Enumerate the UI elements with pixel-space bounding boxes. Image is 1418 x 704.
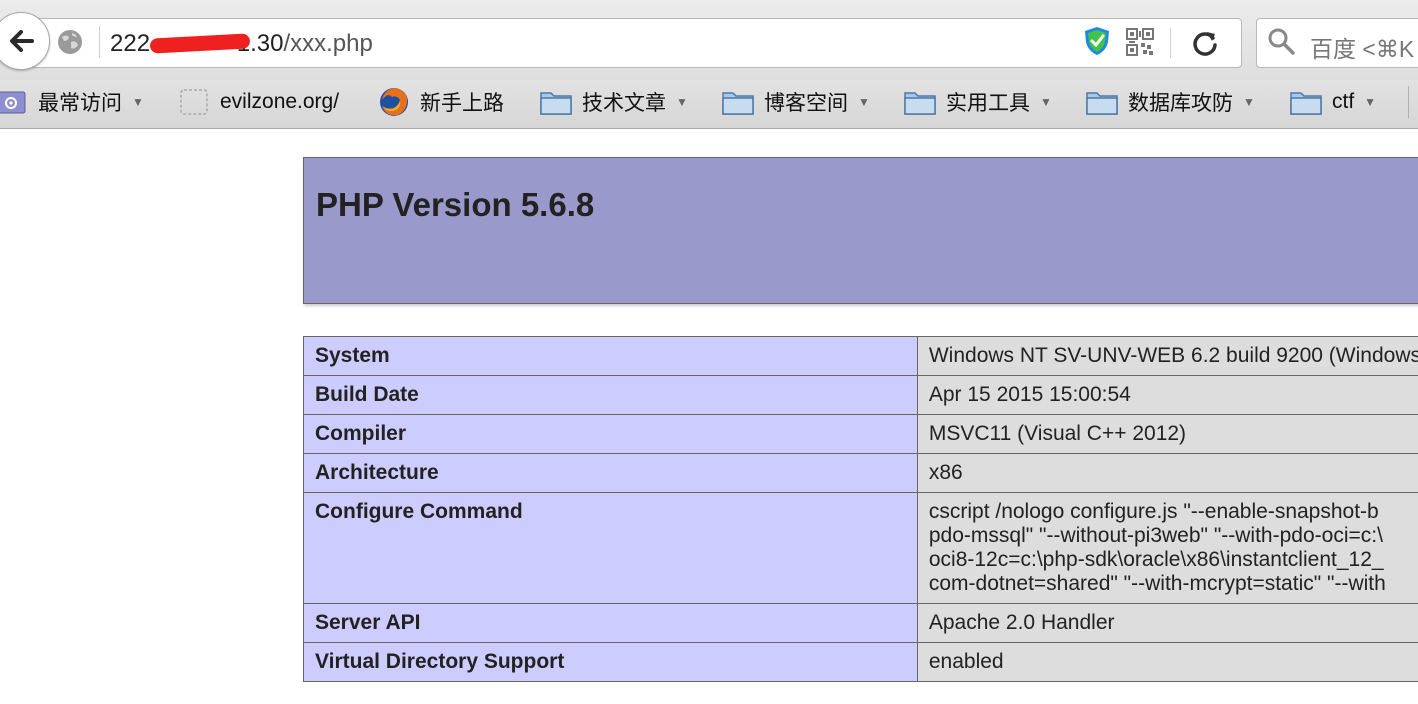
page-title: PHP Version 5.6.8 [316, 186, 595, 223]
table-row: Compiler MSVC11 (Visual C++ 2012) [303, 414, 1418, 454]
row-key: Build Date [303, 375, 918, 415]
configure-line: oci8-12c=c:\php-sdk\oracle\x86\instantcl… [928, 548, 1384, 571]
row-key: Architecture [303, 453, 918, 493]
folder-icon [1086, 92, 1118, 115]
chevron-down-icon: ▼ [676, 95, 688, 109]
table-row: Architecture x86 [303, 453, 1418, 493]
chevron-down-icon: ▼ [1040, 95, 1052, 109]
chevron-down-icon: ▼ [858, 95, 870, 109]
configure-line: pdo-mssql" "--without-pi3web" "--with-pd… [928, 524, 1383, 547]
bookmark-label: 技术文章 [582, 92, 666, 115]
row-value: enabled [916, 642, 1418, 682]
url-path: /xxx.php [283, 30, 373, 57]
chevron-down-icon: ▼ [1364, 95, 1377, 109]
bookmark-label: 实用工具 [946, 92, 1030, 115]
bookmark-folder-ctf[interactable]: ctf ▼ [1290, 84, 1376, 120]
bookmarks-overflow-divider [1408, 86, 1409, 118]
bookmark-most-visited[interactable]: 最常访问 ▼ [0, 84, 144, 120]
bookmark-folder-blog-space[interactable]: 博客空间 ▼ [722, 84, 870, 120]
table-row: Server API Apache 2.0 Handler [303, 603, 1418, 643]
folder-icon [540, 92, 572, 115]
search-placeholder: 百度 <⌘K [1310, 36, 1415, 62]
configure-line: cscript /nologo configure.js "--enable-s… [928, 500, 1379, 523]
back-arrow-icon [10, 30, 34, 52]
bookmark-getting-started[interactable]: 新手上路 [378, 84, 504, 120]
folder-icon [1290, 92, 1322, 115]
bookmark-folder-database-security[interactable]: 数据库攻防 ▼ [1086, 84, 1255, 120]
bookmark-label: ctf [1332, 90, 1355, 113]
gear-folder-icon [0, 91, 26, 114]
row-key: Server API [303, 603, 918, 643]
php-info-table: System Windows NT SV-UNV-WEB 6.2 build 9… [303, 336, 1418, 682]
table-row: System Windows NT SV-UNV-WEB 6.2 build 9… [303, 336, 1418, 376]
row-value: MSVC11 (Visual C++ 2012) [916, 414, 1418, 454]
row-value: Windows NT SV-UNV-WEB 6.2 build 9200 (Wi… [916, 336, 1418, 376]
table-row: Configure Command cscript /nologo config… [303, 492, 1418, 604]
row-key: Virtual Directory Support [303, 642, 918, 682]
folder-icon [904, 92, 936, 115]
security-shield-icon[interactable] [1084, 26, 1110, 56]
row-value: Apr 15 2015 15:00:54 [916, 375, 1418, 415]
row-value: x86 [916, 453, 1418, 493]
bookmark-evilzone[interactable]: evilzone.org/ [178, 84, 339, 120]
bookmark-label: 数据库攻防 [1128, 92, 1233, 115]
table-row: Build Date Apr 15 2015 15:00:54 [303, 375, 1418, 415]
row-key: System [303, 336, 918, 376]
bookmark-label: 博客空间 [764, 92, 848, 115]
qr-code-icon[interactable] [1126, 28, 1154, 56]
bookmark-label: 最常访问 [38, 92, 122, 115]
configure-line: com-dotnet=shared" "--with-mcrypt=static… [928, 572, 1386, 595]
chevron-down-icon: ▼ [132, 95, 144, 109]
globe-icon[interactable] [56, 28, 84, 56]
blank-page-icon [180, 89, 208, 115]
firefox-icon [380, 88, 408, 116]
toolbar-separator [1170, 28, 1171, 58]
row-value-configure-command: cscript /nologo configure.js "--enable-s… [916, 492, 1418, 604]
php-version-header: PHP Version 5.6.8 [303, 157, 1418, 304]
bookmark-folder-tech-articles[interactable]: 技术文章 ▼ [540, 84, 688, 120]
folder-icon [722, 92, 754, 115]
url-separator [99, 26, 100, 58]
row-key: Configure Command [303, 492, 918, 604]
row-value: Apache 2.0 Handler [916, 603, 1418, 643]
reload-icon[interactable] [1190, 28, 1220, 58]
row-key: Compiler [303, 414, 918, 454]
bookmark-label: 新手上路 [420, 92, 504, 115]
search-icon[interactable] [1266, 26, 1296, 56]
bookmark-label: evilzone.org/ [220, 90, 340, 113]
table-row: Virtual Directory Support enabled [303, 642, 1418, 682]
bookmark-folder-useful-tools[interactable]: 实用工具 ▼ [904, 84, 1052, 120]
chevron-down-icon: ▼ [1243, 95, 1255, 109]
